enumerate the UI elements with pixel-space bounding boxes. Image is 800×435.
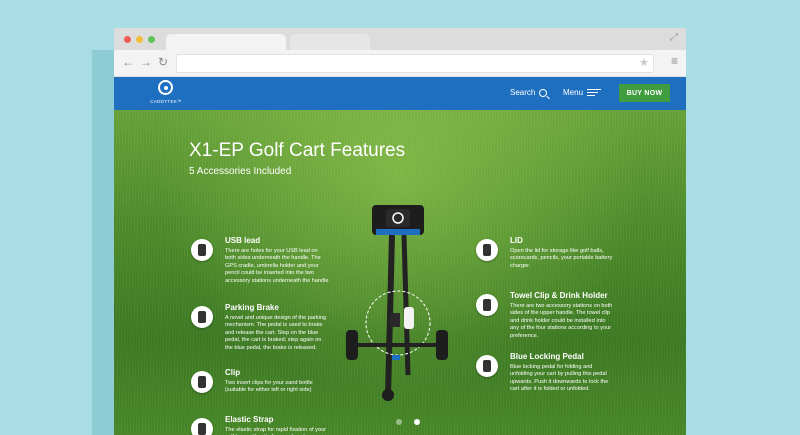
- reload-icon[interactable]: ↻: [158, 55, 168, 69]
- search-label: Search: [510, 88, 536, 97]
- feature-title: Parking Brake: [225, 303, 279, 312]
- clip-icon: [191, 371, 213, 393]
- hero-subtitle: 5 Accessories Included: [189, 166, 292, 177]
- expand-icon[interactable]: ⤢: [670, 32, 678, 43]
- feature-description: There are holes for your USB lead on bot…: [225, 248, 329, 284]
- browser-tab[interactable]: [290, 34, 370, 50]
- lid-icon: [476, 239, 498, 261]
- feature-description: Open the lid for storage like golf balls…: [510, 248, 613, 269]
- browser-tab-active[interactable]: [166, 34, 286, 50]
- search-icon: [539, 88, 548, 97]
- golf-cart-image: [346, 205, 448, 401]
- browser-menu-icon[interactable]: ≡: [671, 54, 678, 68]
- hero-title: X1-EP Golf Cart Features: [189, 140, 406, 161]
- browser-window: ⤢ ← → ↻ ★ ≡ CADDYTEK™ Search Menu BUY NO…: [114, 28, 686, 435]
- feature-title: USB lead: [225, 236, 261, 245]
- feature-title: Clip: [225, 368, 241, 377]
- feature-description: A novel and unique design of the parking…: [225, 315, 327, 351]
- feature-title: Elastic Strap: [225, 415, 274, 424]
- parking-brake-icon: [191, 306, 213, 328]
- hamburger-icon: [587, 88, 602, 97]
- logo-text: CADDYTEK™: [150, 99, 182, 104]
- feature-title: LID: [510, 236, 523, 245]
- slider-dot-active[interactable]: [414, 419, 420, 425]
- search-link[interactable]: Search: [510, 88, 548, 97]
- browser-toolbar: ← → ↻ ★ ≡: [114, 50, 686, 77]
- slider-dots: [396, 419, 420, 425]
- feature-description: The elastic strap for rapid fixation of …: [225, 427, 327, 435]
- tab-bar: ⤢: [114, 28, 686, 50]
- maximize-window-button[interactable]: [148, 36, 155, 43]
- bookmark-star-icon[interactable]: ★: [639, 56, 649, 69]
- feature-description: Blue locking pedal for folding and unfol…: [510, 364, 609, 393]
- locking-pedal-icon: [476, 355, 498, 377]
- close-window-button[interactable]: [124, 36, 131, 43]
- usb-lead-icon: [191, 239, 213, 261]
- feature-description: Two insert clips for your sand bottle (s…: [225, 380, 313, 394]
- logo-mark-icon: [158, 80, 173, 95]
- forward-arrow-icon[interactable]: →: [140, 55, 152, 69]
- hero-section: X1-EP Golf Cart Features 5 Accessories I…: [114, 110, 686, 435]
- minimize-window-button[interactable]: [136, 36, 143, 43]
- feature-description: There are two accessory stations on both…: [510, 303, 613, 339]
- address-bar[interactable]: ★: [176, 54, 654, 73]
- back-arrow-icon[interactable]: ←: [122, 55, 134, 69]
- slider-dot[interactable]: [396, 419, 402, 425]
- feature-title: Towel Clip & Drink Holder: [510, 291, 608, 300]
- buy-now-button[interactable]: BUY NOW: [619, 84, 670, 102]
- menu-link[interactable]: Menu: [563, 88, 602, 97]
- elastic-strap-icon: [191, 418, 213, 435]
- menu-label: Menu: [563, 88, 584, 97]
- site-header: CADDYTEK™ Search Menu BUY NOW: [114, 77, 686, 110]
- towel-clip-icon: [476, 294, 498, 316]
- feature-title: Blue Locking Pedal: [510, 352, 584, 361]
- brand-logo[interactable]: CADDYTEK™: [144, 80, 188, 108]
